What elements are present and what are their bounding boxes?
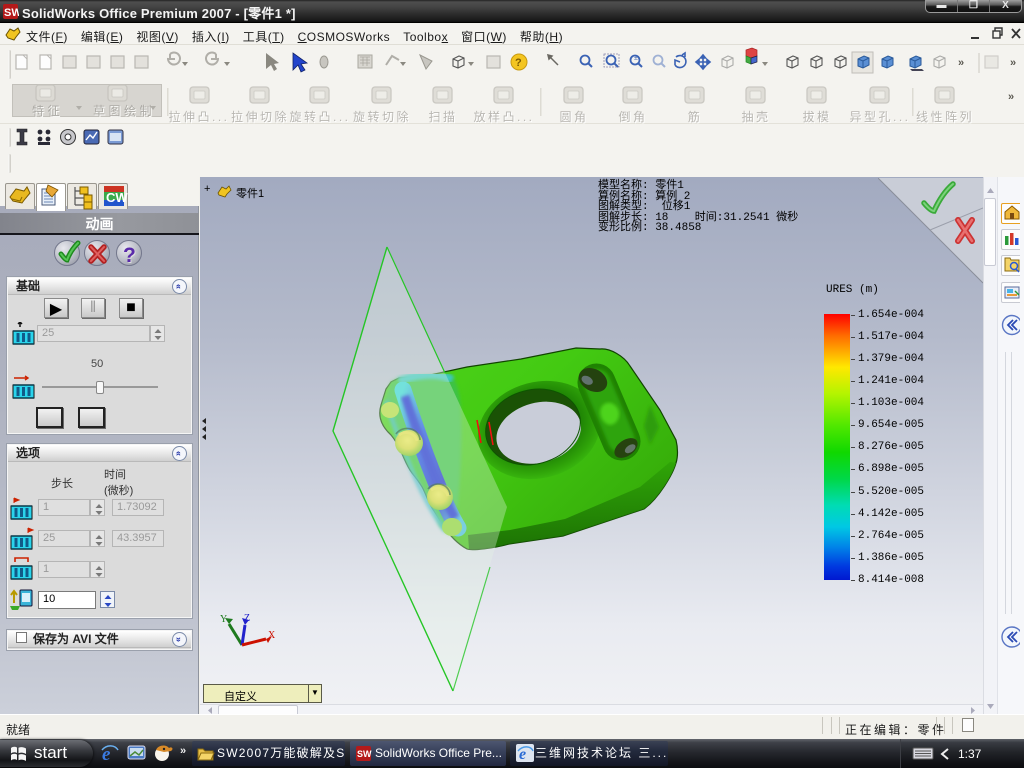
svg-text:X: X — [268, 630, 276, 641]
svg-text:»: » — [1010, 57, 1016, 69]
svg-text:?: ? — [123, 244, 136, 267]
svg-text:»: » — [958, 57, 964, 69]
svg-text:?: ? — [515, 57, 522, 69]
svg-text:±: ± — [634, 55, 638, 62]
svg-text:SW: SW — [4, 7, 19, 19]
svg-text:SW: SW — [357, 749, 372, 759]
svg-text:CW: CW — [106, 190, 128, 205]
svg-text:Y: Y — [220, 614, 227, 625]
svg-text:»: » — [1008, 91, 1014, 103]
svg-text:»: » — [180, 745, 186, 757]
svg-text:Z: Z — [244, 613, 250, 624]
